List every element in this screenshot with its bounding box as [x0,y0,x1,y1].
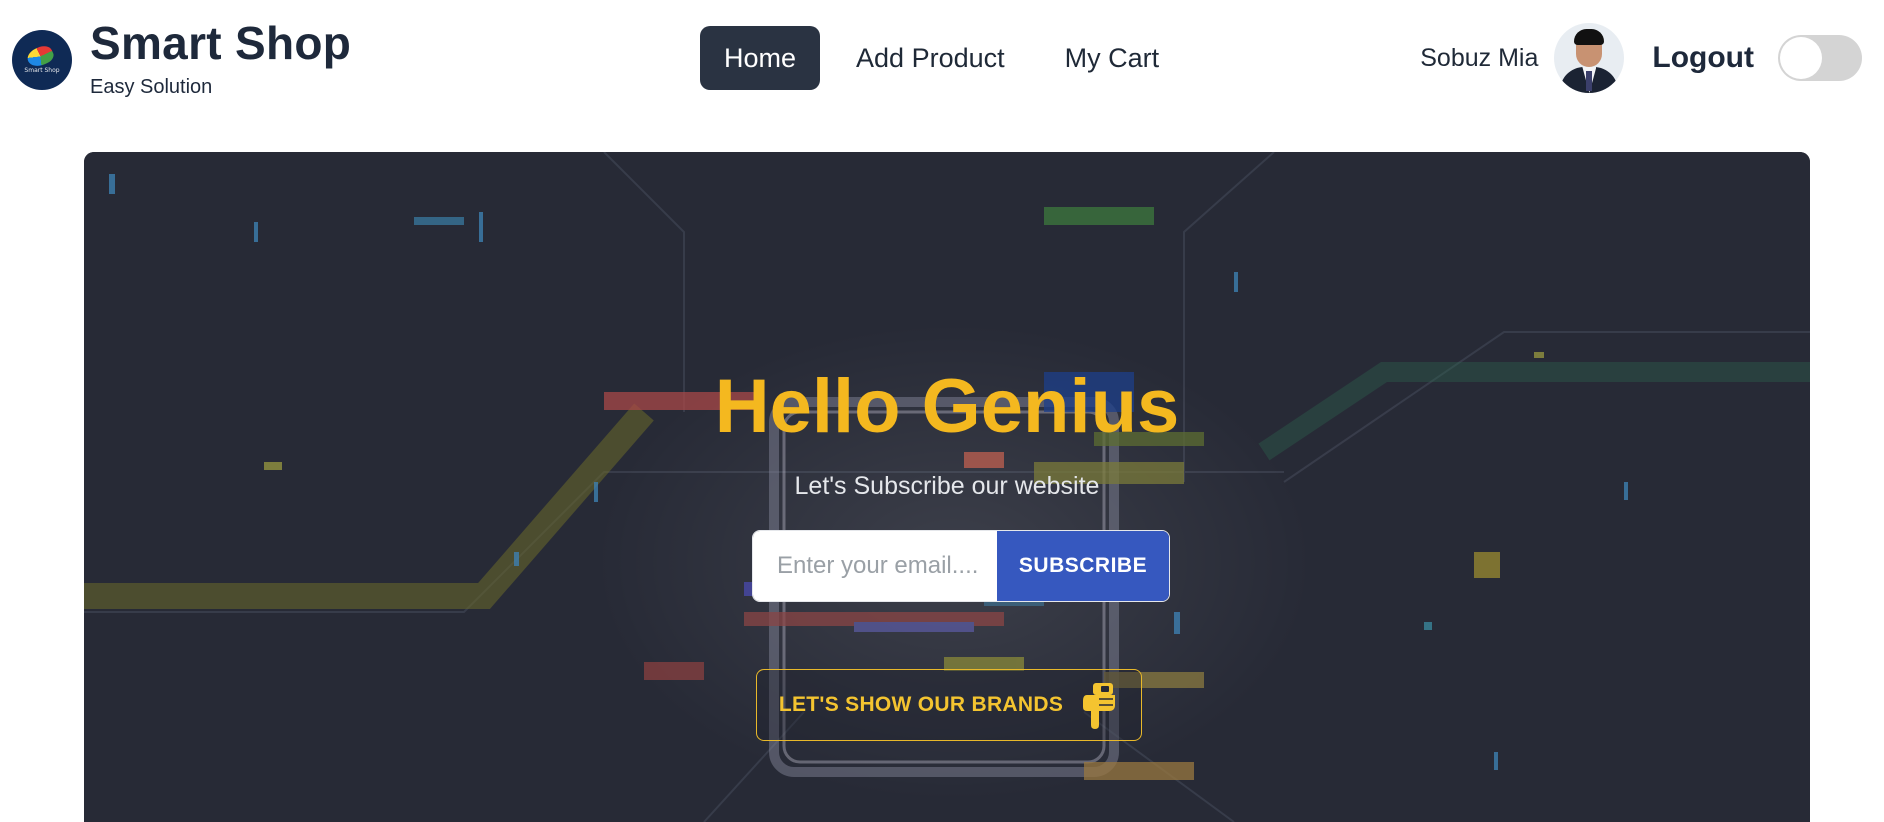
email-input[interactable] [753,531,997,601]
user-name: Sobuz Mia [1420,43,1539,72]
avatar-tie [1586,71,1593,91]
hero-title: Hello Genius [714,364,1180,449]
avatar[interactable] [1554,23,1625,93]
brand-text: Smart Shop Easy Solution [90,18,351,99]
hero-subtitle: Let's Subscribe our website [794,472,1100,500]
nav-links: Home Add Product My Cart [700,26,1195,90]
logo-text: Smart Shop [24,67,60,74]
nav-my-cart[interactable]: My Cart [1041,26,1184,90]
hero-content: Hello Genius Let's Subscribe our website… [84,152,1810,822]
logo[interactable]: Smart Shop [12,30,72,90]
logout-button[interactable]: Logout [1652,41,1754,75]
nav-add-product[interactable]: Add Product [832,26,1029,90]
avatar-hair [1574,29,1605,45]
theme-toggle[interactable] [1778,35,1862,81]
show-brands-label: LET'S SHOW OUR BRANDS [778,693,1064,716]
subscribe-button[interactable]: SUBSCRIBE [997,531,1169,601]
nav-home[interactable]: Home [700,26,821,90]
logo-mark-icon [24,42,56,71]
brand[interactable]: Smart Shop Smart Shop Easy Solution [12,18,351,99]
toggle-knob [1780,37,1822,79]
hand-pointing-down-icon [1083,683,1116,729]
brand-subtitle: Easy Solution [90,76,213,98]
brand-title: Smart Shop [90,17,352,69]
hero-banner: Hello Genius Let's Subscribe our website… [84,152,1810,822]
user-area: Sobuz Mia Logout [1420,22,1862,94]
navbar: Smart Shop Smart Shop Easy Solution Home… [0,0,1884,120]
show-brands-button[interactable]: LET'S SHOW OUR BRANDS [756,669,1142,741]
subscribe-form: SUBSCRIBE [752,530,1170,602]
